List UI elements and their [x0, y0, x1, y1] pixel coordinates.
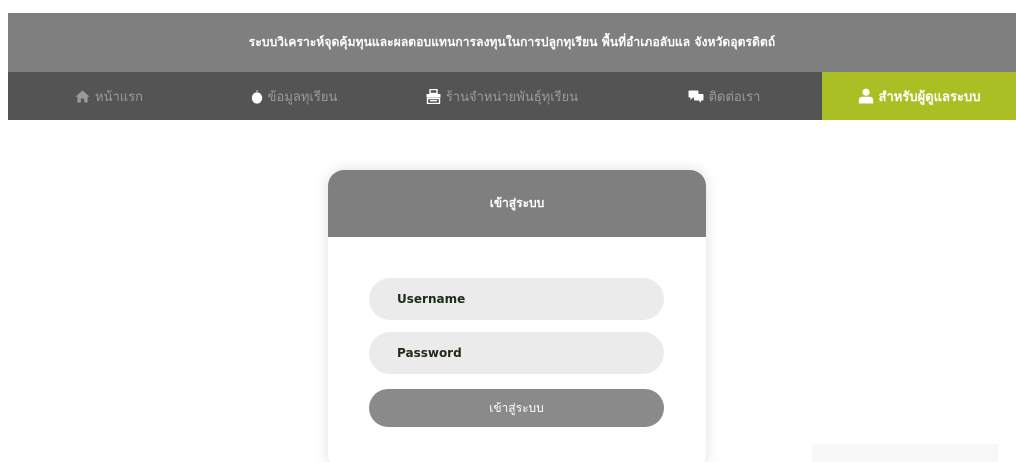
- login-title: เข้าสู่ระบบ: [489, 196, 545, 210]
- site-title: ระบบวิเคราะห์จุดคุ้มทุนและผลตอบแทนการลงท…: [248, 35, 776, 49]
- nav-item-shop[interactable]: ร้านจำหน่ายพันธุ์ทุเรียน: [378, 72, 626, 120]
- home-icon: [75, 90, 90, 103]
- nav-item-label: ร้านจำหน่ายพันธุ์ทุเรียน: [445, 89, 579, 105]
- shop-icon: [426, 88, 441, 104]
- nav-item-label: ติดต่อเรา: [708, 89, 761, 105]
- user-icon: [858, 88, 874, 104]
- nav-item-label: หน้าแรก: [95, 89, 143, 105]
- username-input[interactable]: [369, 278, 664, 320]
- nav-item-home[interactable]: หน้าแรก: [8, 72, 210, 120]
- background-panel: [812, 444, 998, 462]
- password-input[interactable]: [369, 332, 664, 374]
- durian-icon: [251, 89, 263, 104]
- main-nav: หน้าแรก ข้อมูลทุเรียน ร้านจำหน่ายพันธุ์ท…: [8, 72, 1016, 120]
- nav-item-contact[interactable]: ติดต่อเรา: [626, 72, 822, 120]
- nav-item-durian-info[interactable]: ข้อมูลทุเรียน: [210, 72, 378, 120]
- nav-item-label: สำหรับผู้ดูแลระบบ: [878, 89, 981, 105]
- site-header: ระบบวิเคราะห์จุดคุ้มทุนและผลตอบแทนการลงท…: [8, 13, 1016, 72]
- chat-icon: [688, 90, 704, 103]
- nav-item-label: ข้อมูลทุเรียน: [267, 89, 338, 105]
- login-card: เข้าสู่ระบบ เข้าสู่ระบบ: [328, 170, 706, 462]
- login-button[interactable]: เข้าสู่ระบบ: [369, 389, 664, 427]
- nav-item-admin[interactable]: สำหรับผู้ดูแลระบบ: [822, 72, 1016, 120]
- login-card-header: เข้าสู่ระบบ: [328, 170, 706, 237]
- top-spacer: [0, 0, 1016, 13]
